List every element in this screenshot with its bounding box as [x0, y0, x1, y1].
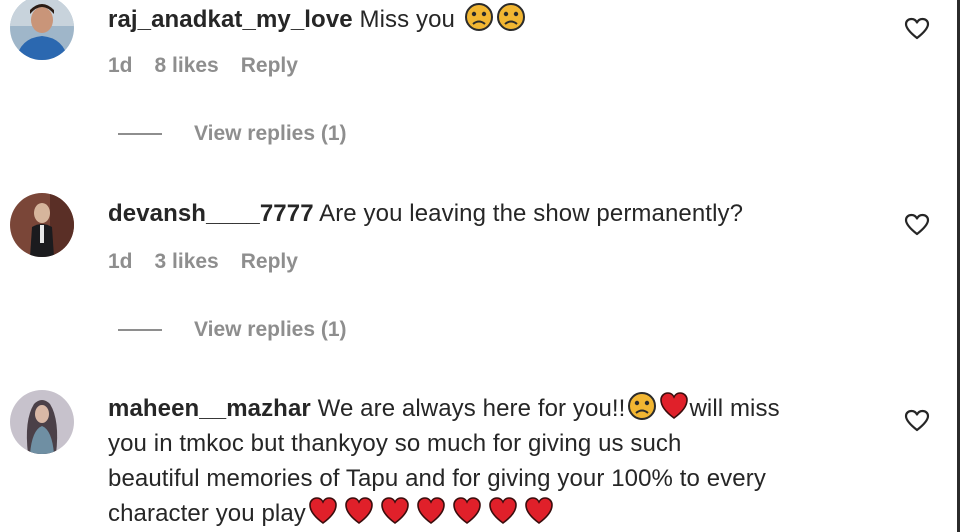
heart-outline-icon[interactable] [904, 409, 930, 433]
heart-outline-icon[interactable] [904, 17, 930, 41]
comment-likes[interactable]: 3 likes [155, 250, 219, 274]
red-heart-emoji-icon [416, 496, 446, 526]
view-replies-button[interactable]: View replies (1) [118, 122, 347, 146]
avatar[interactable] [10, 193, 74, 257]
comment-body-part2: will miss [689, 395, 780, 422]
red-heart-emoji-icon [380, 496, 410, 526]
red-heart-emoji-icon [659, 391, 689, 421]
comment-time[interactable]: 1d [108, 54, 133, 78]
comment-meta: 1d 3 likes Reply [108, 250, 320, 274]
comment-username[interactable]: maheen__mazhar [108, 395, 311, 422]
comment-body: Miss you [359, 6, 455, 33]
comment-body-line4: character you play [108, 500, 306, 527]
replies-divider [118, 329, 162, 331]
sad-face-emoji-icon [627, 391, 657, 421]
comment-body: Are you leaving the show permanently? [319, 200, 744, 227]
sad-face-emoji-icon [496, 2, 526, 32]
red-heart-emoji-icon [488, 496, 518, 526]
view-replies-label: View replies (1) [194, 318, 347, 341]
reply-button[interactable]: Reply [241, 250, 298, 274]
view-replies-label: View replies (1) [194, 122, 347, 145]
avatar[interactable] [10, 390, 74, 454]
red-heart-emoji-icon [344, 496, 374, 526]
red-heart-emoji-icon [524, 496, 554, 526]
comment-text: maheen__mazhar We are always here for yo… [108, 391, 868, 531]
view-replies-button[interactable]: View replies (1) [118, 318, 347, 342]
comment-time[interactable]: 1d [108, 250, 133, 274]
red-heart-emoji-icon [452, 496, 482, 526]
heart-outline-icon[interactable] [904, 213, 930, 237]
reply-button[interactable]: Reply [241, 54, 298, 78]
comment-body-part1: We are always here for you!! [317, 395, 626, 422]
sad-face-emoji-icon [464, 2, 494, 32]
comment-text: devansh____7777 Are you leaving the show… [108, 196, 868, 231]
comment-body-line3: beautiful memories of Tapu and for givin… [108, 465, 766, 492]
replies-divider [118, 133, 162, 135]
comment-meta: 1d 8 likes Reply [108, 54, 320, 78]
comment-text: raj_anadkat_my_love Miss you [108, 2, 868, 37]
comment-body-line2: you in tmkoc but thankyoy so much for gi… [108, 430, 682, 457]
comment-likes[interactable]: 8 likes [155, 54, 219, 78]
comment-username[interactable]: raj_anadkat_my_love [108, 6, 353, 33]
red-heart-emoji-icon [308, 496, 338, 526]
comment-username[interactable]: devansh____7777 [108, 200, 314, 227]
avatar[interactable] [10, 0, 74, 60]
